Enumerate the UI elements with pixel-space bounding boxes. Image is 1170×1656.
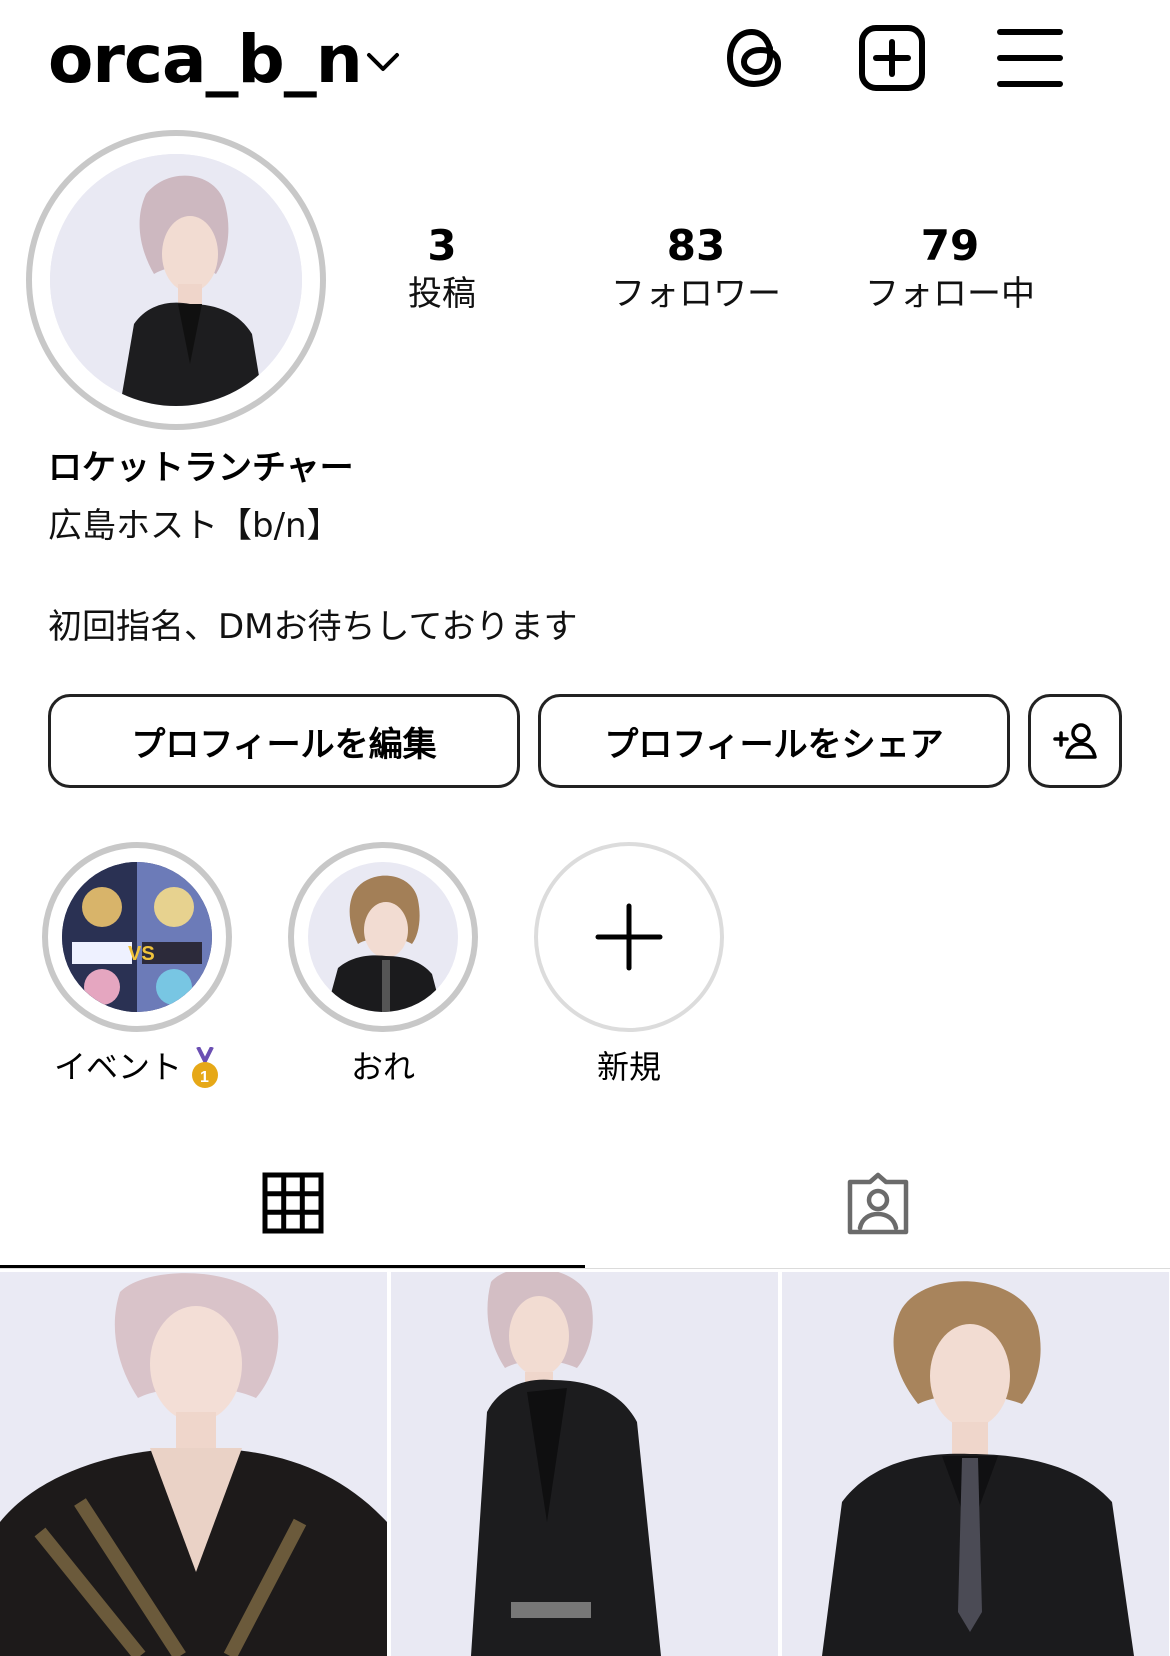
grid-icon: [262, 1172, 323, 1233]
display-name: ロケットランチャー: [48, 448, 354, 488]
profile-photo: [50, 154, 302, 406]
following-count: 79: [920, 221, 980, 270]
stat-followers[interactable]: 83 フォロワー: [576, 220, 816, 316]
medal-icon: 1: [192, 1047, 218, 1088]
highlight-ore[interactable]: おれ: [288, 842, 478, 1088]
tab-posts-grid[interactable]: [0, 1140, 585, 1268]
chevron-down-icon: [367, 53, 399, 71]
highlight-event-label: イベント: [53, 1048, 182, 1086]
posts-label: 投稿: [408, 274, 476, 314]
username: orca_b_n: [48, 21, 363, 98]
highlight-ring: VS: [42, 842, 232, 1032]
profile-tabs: [0, 1140, 1170, 1268]
tabs-divider: [0, 1268, 1170, 1269]
highlight-event-cover: VS: [62, 862, 212, 1012]
tagged-icon: [847, 1172, 908, 1235]
edit-profile-label: プロフィールを編集: [131, 724, 437, 765]
tab-tagged[interactable]: [585, 1140, 1170, 1268]
highlight-label: イベント 1: [42, 1046, 232, 1091]
stat-posts[interactable]: 3 投稿: [322, 220, 562, 316]
highlight-new-label: 新規: [596, 1048, 661, 1086]
menu-icon[interactable]: [992, 20, 1068, 96]
profile-category: 広島ホスト【b/n】: [48, 506, 341, 546]
post-thumbnail[interactable]: [0, 1272, 387, 1656]
new-highlight-ring: [534, 842, 724, 1032]
threads-icon[interactable]: [718, 20, 794, 96]
add-person-icon: [1053, 723, 1097, 759]
share-profile-button[interactable]: プロフィールをシェア: [538, 694, 1010, 788]
highlight-ore-cover: [308, 862, 458, 1012]
stat-following[interactable]: 79 フォロー中: [830, 220, 1070, 316]
svg-text:1: 1: [200, 1069, 209, 1086]
highlight-ring: [288, 842, 478, 1032]
highlight-new[interactable]: 新規: [534, 842, 724, 1088]
post-thumbnail[interactable]: [782, 1272, 1169, 1656]
followers-count: 83: [666, 221, 726, 270]
highlight-ore-label: おれ: [350, 1048, 415, 1086]
profile-avatar[interactable]: [26, 130, 326, 430]
posts-grid: [0, 1272, 1170, 1656]
create-post-icon[interactable]: [854, 20, 930, 96]
following-label: フォロー中: [865, 274, 1035, 314]
followers-label: フォロワー: [611, 274, 781, 314]
discover-people-button[interactable]: [1028, 694, 1122, 788]
svg-text:VS: VS: [128, 943, 155, 965]
edit-profile-button[interactable]: プロフィールを編集: [48, 694, 520, 788]
share-profile-label: プロフィールをシェア: [604, 724, 944, 765]
plus-icon: [595, 903, 663, 971]
top-bar: orca_b_n: [0, 0, 1170, 120]
profile-bio: 初回指名、DMお待ちしております: [48, 607, 578, 647]
post-thumbnail[interactable]: [391, 1272, 778, 1656]
username-switcher[interactable]: orca_b_n: [48, 18, 399, 102]
posts-count: 3: [427, 221, 457, 270]
highlight-event[interactable]: VS イベント 1: [42, 842, 232, 1091]
